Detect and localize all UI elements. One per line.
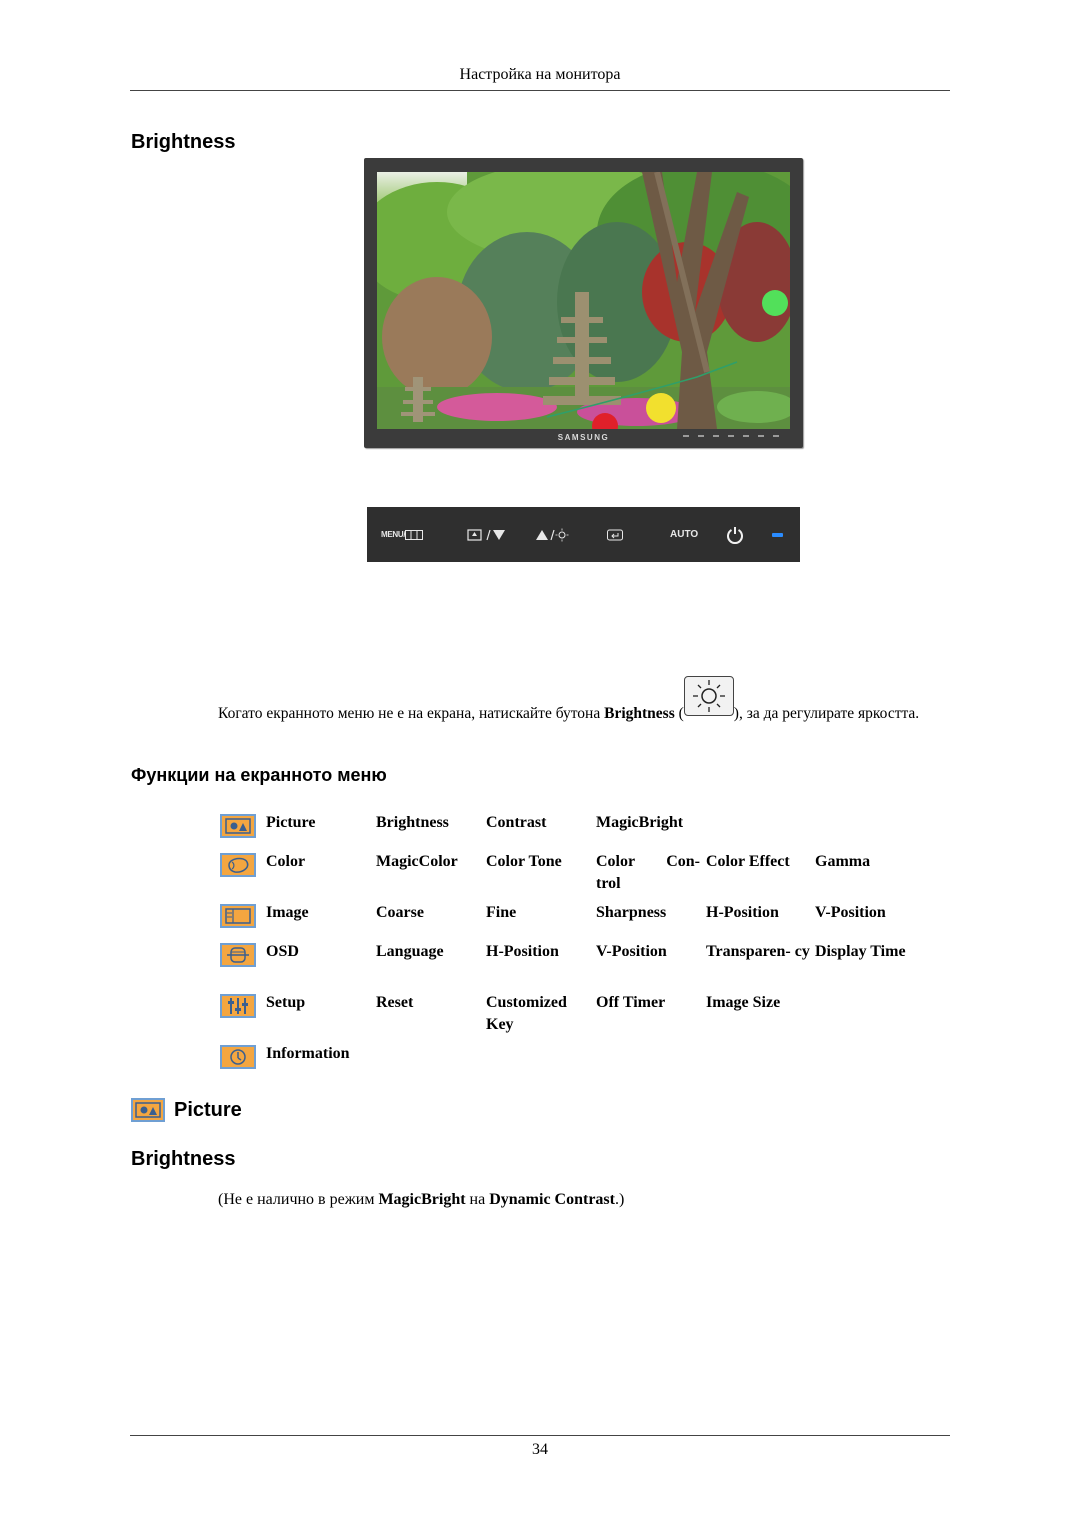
menu-grid-icon [405, 529, 424, 540]
menu-item[interactable]: Language [376, 941, 484, 963]
monitor-bezel-buttons [683, 435, 779, 437]
instruction-bold-brightness: Brightness [604, 705, 675, 722]
menu-item[interactable]: Color Tone [486, 851, 594, 873]
bezel-button [713, 435, 719, 437]
menu-item[interactable]: Color Con- trol [596, 851, 700, 895]
enter-button[interactable] [607, 507, 623, 562]
menu-item[interactable]: Fine [486, 902, 594, 924]
auto-button[interactable]: AUTO [670, 507, 698, 562]
brightness-instruction: Когато екранното меню не е на екрана, на… [218, 676, 953, 725]
osd-icon[interactable] [220, 943, 256, 967]
note-bold-dynamic-contrast: Dynamic Contrast [489, 1191, 615, 1208]
menu-item[interactable]: Reset [376, 992, 484, 1014]
section-heading-picture-wrap: Picture [131, 1098, 242, 1122]
menu-item[interactable]: Image [266, 902, 374, 924]
bezel-button [698, 435, 704, 437]
availability-note: (Не е налично в режим MagicBright на Dyn… [218, 1191, 624, 1209]
menu-item[interactable]: Contrast [486, 812, 594, 834]
monitor-screen-photo [377, 172, 790, 429]
power-button[interactable] [726, 507, 744, 562]
instruction-text: ( [674, 705, 684, 722]
auto-button-label: AUTO [670, 529, 699, 540]
picture-icon[interactable] [220, 814, 256, 838]
menu-item[interactable]: Coarse [376, 902, 484, 924]
information-icon[interactable] [220, 1045, 256, 1069]
menu-item[interactable]: Brightness [376, 812, 484, 834]
instruction-text: Когато екранното меню не е на екрана, на… [218, 705, 605, 722]
image-icon[interactable] [220, 904, 256, 928]
menu-item[interactable]: H-Position [706, 902, 814, 924]
subsection-heading-brightness: Brightness [131, 1148, 236, 1170]
instruction-text: ), за да регулирате яркостта. [733, 705, 920, 722]
note-text: (Не е налично в режим [218, 1191, 379, 1208]
section-heading-picture: Picture [174, 1098, 242, 1121]
monitor-illustration: SAMSUNG [364, 158, 803, 448]
menu-item[interactable]: Customized Key [486, 992, 582, 1036]
menu-item[interactable]: Sharpness [596, 902, 704, 924]
led-light [772, 532, 783, 537]
running-header: Настройка на монитора [459, 66, 621, 83]
menu-item[interactable]: V-Position [815, 902, 923, 924]
power-indicator-led [772, 507, 783, 562]
menu-item[interactable]: Display Time [815, 941, 923, 963]
note-text: на [465, 1191, 490, 1208]
up-brightness-button[interactable] [535, 507, 569, 562]
menu-item[interactable]: Gamma [815, 851, 923, 873]
source-down-button[interactable] [467, 507, 507, 562]
menu-item[interactable]: Off Timer [596, 992, 704, 1014]
section-heading-osd-functions: Функции на екранното меню [131, 765, 387, 785]
menu-item[interactable]: Picture [266, 812, 374, 834]
header-divider [130, 90, 950, 91]
menu-item[interactable]: H-Position [486, 941, 594, 963]
menu-item[interactable]: MagicBright [596, 812, 704, 834]
menu-button-label: MENU/ [381, 530, 406, 539]
menu-item[interactable]: OSD [266, 941, 374, 963]
up-brightness-icon [536, 528, 569, 541]
menu-item[interactable]: Color Effect [706, 851, 814, 873]
menu-item[interactable]: Transparen- cy [706, 941, 814, 963]
source-down-icon [467, 528, 505, 541]
power-icon [727, 526, 743, 544]
brightness-button-illustration [683, 676, 734, 716]
bezel-button [743, 435, 749, 437]
menu-item[interactable]: Information [266, 1043, 386, 1065]
bezel-button [773, 435, 779, 437]
menu-item[interactable]: MagicColor [376, 851, 484, 873]
bezel-button [683, 435, 689, 437]
enter-icon [607, 529, 623, 540]
menu-item[interactable]: V-Position [596, 941, 704, 963]
sun-icon [692, 680, 725, 712]
section-heading-brightness: Brightness [131, 131, 236, 153]
menu-button[interactable]: MENU/ [381, 507, 424, 562]
footer-divider [130, 1435, 950, 1436]
control-button-strip: MENU/ AUTO [367, 507, 800, 562]
menu-item[interactable]: Image Size [706, 992, 814, 1014]
picture-icon [131, 1098, 165, 1122]
garden-photo [377, 172, 790, 429]
page-number: 34 [532, 1441, 548, 1458]
menu-item[interactable]: Setup [266, 992, 374, 1014]
color-icon[interactable] [220, 853, 256, 877]
bezel-button [758, 435, 764, 437]
menu-item[interactable]: Color [266, 851, 374, 873]
note-text: .) [614, 1191, 625, 1208]
setup-icon[interactable] [220, 994, 256, 1018]
bezel-button [728, 435, 734, 437]
note-bold-magicbright: MagicBright [378, 1191, 466, 1208]
